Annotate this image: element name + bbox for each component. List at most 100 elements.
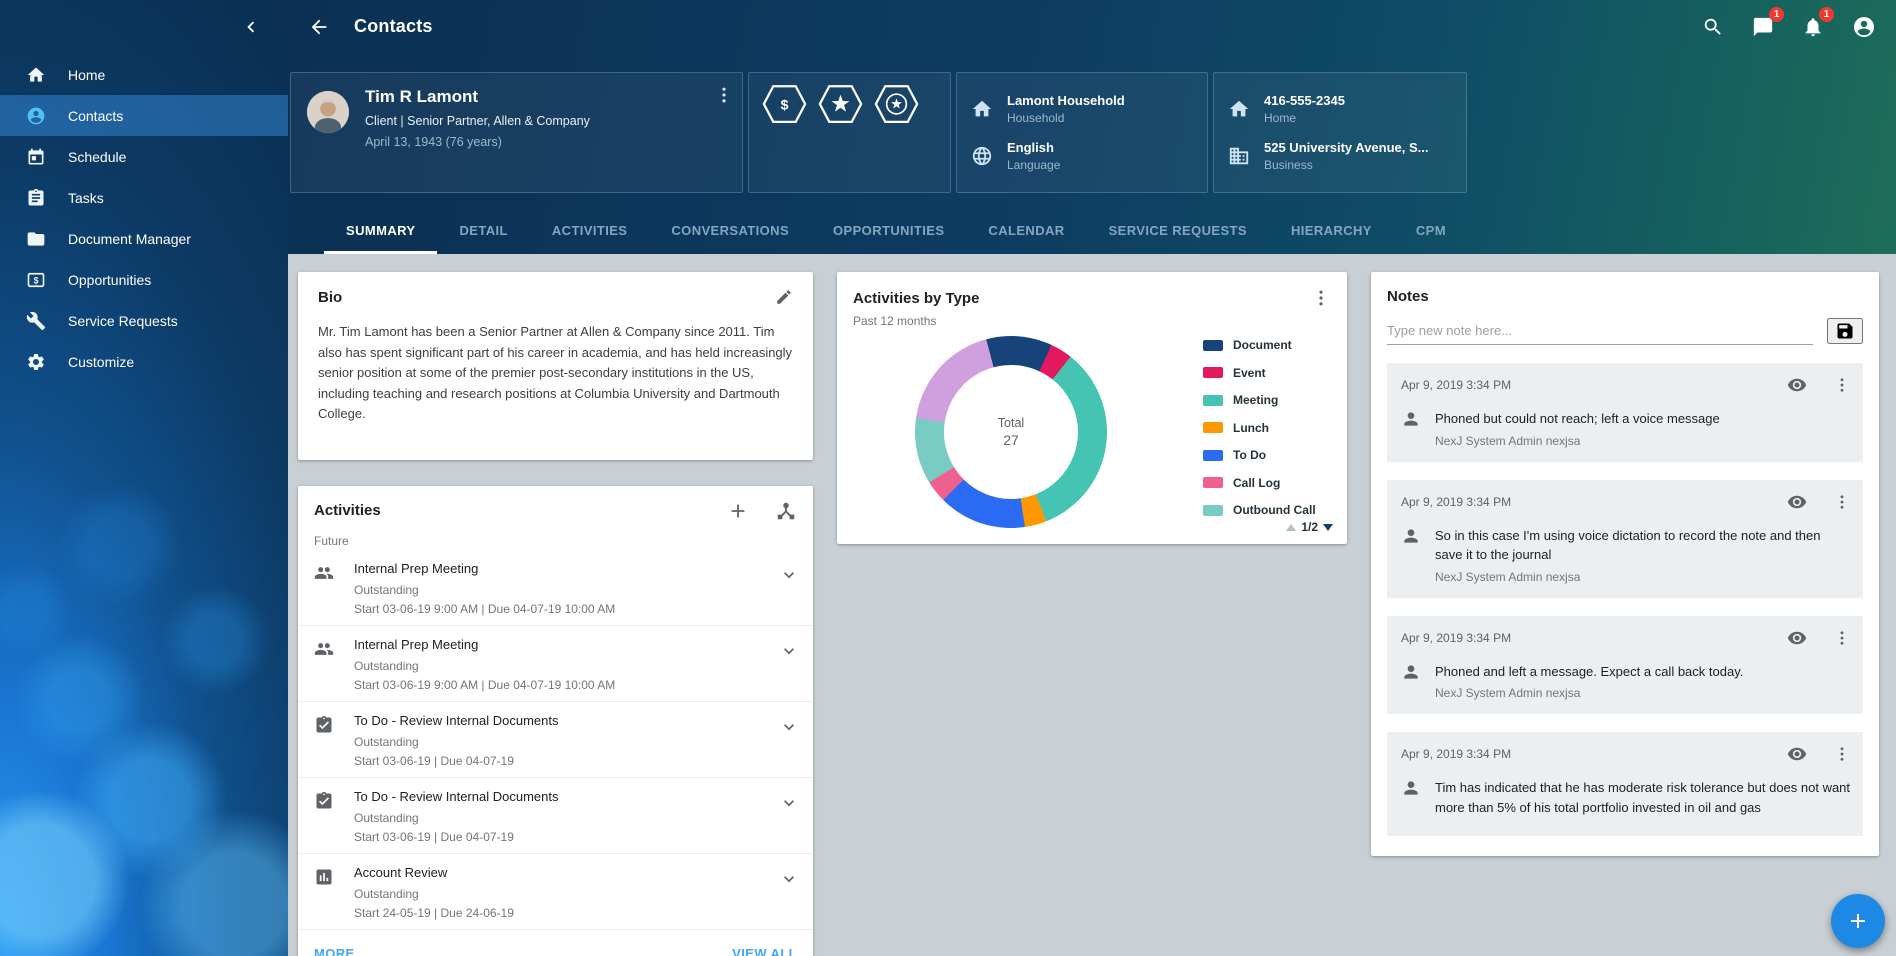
activity-row[interactable]: Account Review Outstanding Start 24-05-1… <box>298 854 813 930</box>
account-button[interactable] <box>1850 13 1878 41</box>
page-down-icon[interactable] <box>1323 524 1333 531</box>
column-right: Notes Apr 9, 2019 3:34 PM <box>1371 272 1879 856</box>
legend-label: To Do <box>1233 448 1266 462</box>
legend-item: Document <box>1203 338 1327 352</box>
tab-cpm[interactable]: CPM <box>1394 210 1468 254</box>
add-activity-button[interactable] <box>727 500 749 522</box>
tab-detail[interactable]: DETAIL <box>437 210 529 254</box>
note-text: So in this case I'm using voice dictatio… <box>1435 526 1851 565</box>
add-fab-button[interactable] <box>1831 894 1885 948</box>
profile-menu-button[interactable] <box>712 83 736 107</box>
badges-card: $ <box>748 72 951 193</box>
tab-conversations[interactable]: CONVERSATIONS <box>649 210 811 254</box>
language-label: Language <box>1007 158 1060 172</box>
legend-swatch <box>1203 367 1223 378</box>
notifications-button[interactable]: 1 <box>1800 14 1826 40</box>
sidebar-item-label: Document Manager <box>68 231 191 247</box>
tab-summary[interactable]: SUMMARY <box>324 210 437 254</box>
person-icon <box>1401 409 1421 429</box>
sidebar-item-home[interactable]: Home <box>0 54 288 95</box>
activity-title: Internal Prep Meeting <box>354 637 779 652</box>
view-all-link[interactable]: VIEW ALL <box>732 946 797 956</box>
sidebar-item-tasks[interactable]: Tasks <box>0 177 288 218</box>
sidebar-item-contacts[interactable]: Contacts <box>0 95 288 136</box>
address-row[interactable]: 525 University Avenue, S... Business <box>1228 140 1452 172</box>
chevron-down-icon[interactable] <box>779 565 799 585</box>
sidebar-item-document-manager[interactable]: Document Manager <box>0 218 288 259</box>
note-menu-button[interactable] <box>1833 493 1851 511</box>
tab-calendar[interactable]: CALENDAR <box>966 210 1086 254</box>
activity-title: To Do - Review Internal Documents <box>354 789 779 804</box>
contact-tabs: SUMMARY DETAIL ACTIVITIES CONVERSATIONS … <box>288 210 1896 254</box>
language-value: English <box>1007 140 1060 155</box>
legend-item: Lunch <box>1203 421 1327 435</box>
task-check-icon <box>314 715 334 735</box>
kebab-icon <box>1833 493 1851 511</box>
tab-hierarchy[interactable]: HIERARCHY <box>1269 210 1394 254</box>
page-title: Contacts <box>354 16 433 37</box>
activity-row[interactable]: Internal Prep Meeting Outstanding Start … <box>298 550 813 626</box>
profile-text: Tim R Lamont Client | Senior Partner, Al… <box>365 87 590 178</box>
bar-chart-icon <box>314 867 334 887</box>
sidebar-item-service-requests[interactable]: Service Requests <box>0 300 288 341</box>
tab-opportunities[interactable]: OPPORTUNITIES <box>811 210 966 254</box>
save-note-button[interactable] <box>1827 318 1863 344</box>
appbar-actions: 1 1 <box>1700 13 1878 41</box>
notification-badge: 1 <box>1819 7 1834 22</box>
note-menu-button[interactable] <box>1833 629 1851 647</box>
back-button[interactable] <box>306 14 332 40</box>
note-menu-button[interactable] <box>1833 745 1851 763</box>
star-badge-icon[interactable] <box>818 84 863 124</box>
conversations-button[interactable]: 1 <box>1750 14 1776 40</box>
sidebar-item-opportunities[interactable]: Opportunities <box>0 259 288 300</box>
note-menu-button[interactable] <box>1833 376 1851 394</box>
note-visibility-button[interactable] <box>1787 628 1807 648</box>
chart-menu-button[interactable] <box>1311 288 1331 308</box>
sidebar-item-schedule[interactable]: Schedule <box>0 136 288 177</box>
page-up-icon[interactable] <box>1286 524 1296 531</box>
more-link[interactable]: MORE <box>314 946 355 956</box>
chat-badge: 1 <box>1769 7 1784 22</box>
household-value: Lamont Household <box>1007 93 1125 108</box>
phone-row[interactable]: 416-555-2345 Home <box>1228 93 1452 125</box>
tab-service-requests[interactable]: SERVICE REQUESTS <box>1087 210 1269 254</box>
edit-bio-button[interactable] <box>775 288 793 306</box>
chart-body: Total 27 DocumentEventMeetingLunchTo DoC… <box>853 336 1331 528</box>
search-button[interactable] <box>1700 14 1726 40</box>
eye-icon <box>1787 492 1807 512</box>
legend-swatch <box>1203 450 1223 461</box>
activity-row[interactable]: To Do - Review Internal Documents Outsta… <box>298 778 813 854</box>
chevron-down-icon[interactable] <box>779 717 799 737</box>
chevron-down-icon[interactable] <box>779 869 799 889</box>
note-author: NexJ System Admin nexjsa <box>1435 434 1720 448</box>
sidebar: Home Contacts Schedule Tasks Document Ma… <box>0 0 288 956</box>
note-visibility-button[interactable] <box>1787 744 1807 764</box>
activity-row[interactable]: To Do - Review Internal Documents Outsta… <box>298 702 813 778</box>
legend-swatch <box>1203 422 1223 433</box>
dollar-badge-icon[interactable]: $ <box>762 84 807 124</box>
activity-status: Outstanding <box>354 583 779 597</box>
activity-row[interactable]: Internal Prep Meeting Outstanding Start … <box>298 626 813 702</box>
sidebar-item-label: Contacts <box>68 108 123 124</box>
eye-icon <box>1787 375 1807 395</box>
sidebar-collapse-button[interactable] <box>236 12 266 42</box>
column-middle: Activities by Type Past 12 months Total … <box>837 272 1347 544</box>
note-visibility-button[interactable] <box>1787 492 1807 512</box>
donut-center-label: Total <box>998 416 1024 430</box>
note-visibility-button[interactable] <box>1787 375 1807 395</box>
activity-status: Outstanding <box>354 659 779 673</box>
kebab-icon <box>714 85 734 105</box>
language-row[interactable]: English Language <box>971 140 1193 172</box>
note-input[interactable] <box>1387 317 1813 345</box>
chevron-down-icon[interactable] <box>779 641 799 661</box>
household-row[interactable]: Lamont Household Household <box>971 93 1193 125</box>
sidebar-nav: Home Contacts Schedule Tasks Document Ma… <box>0 54 288 382</box>
hierarchy-view-button[interactable] <box>775 500 797 522</box>
notes-title: Notes <box>1387 288 1429 305</box>
sidebar-item-customize[interactable]: Customize <box>0 341 288 382</box>
tab-activities[interactable]: ACTIVITIES <box>530 210 650 254</box>
activity-dates: Start 03-06-19 | Due 04-07-19 <box>354 830 779 844</box>
chevron-down-icon[interactable] <box>779 793 799 813</box>
legend-swatch <box>1203 340 1223 351</box>
star-medal-badge-icon[interactable] <box>874 84 919 124</box>
